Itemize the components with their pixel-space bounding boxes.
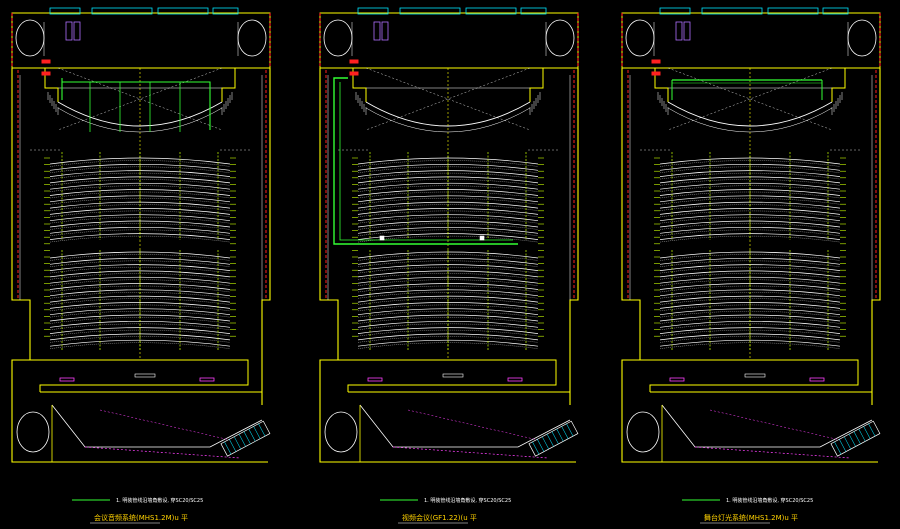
legend-note: 1. 明装管线沿墙角敷设, 穿SC20/SC25 bbox=[726, 497, 813, 504]
junction-box bbox=[479, 235, 485, 241]
plan-title: 舞台灯光系统(MHS1.2M)u 平 bbox=[704, 513, 798, 522]
legend-note: 1. 明装管线沿墙角敷设, 穿SC20/SC25 bbox=[424, 497, 511, 504]
red-marker bbox=[651, 71, 661, 76]
junction-box bbox=[379, 235, 385, 241]
cad-drawing-canvas: 1. 明装管线沿墙角敷设, 穿SC20/SC25 会议音频系统(MHS1.2M)u… bbox=[0, 0, 900, 529]
plan-title: 视频会议(GF1.22)(u 平 bbox=[402, 513, 477, 522]
red-marker bbox=[41, 71, 51, 76]
red-marker bbox=[349, 71, 359, 76]
legend-note: 1. 明装管线沿墙角敷设, 穿SC20/SC25 bbox=[116, 497, 203, 504]
red-marker bbox=[41, 59, 51, 64]
red-marker bbox=[349, 59, 359, 64]
red-marker bbox=[651, 59, 661, 64]
plan-title: 会议音频系统(MHS1.2M)u 平 bbox=[94, 513, 188, 522]
